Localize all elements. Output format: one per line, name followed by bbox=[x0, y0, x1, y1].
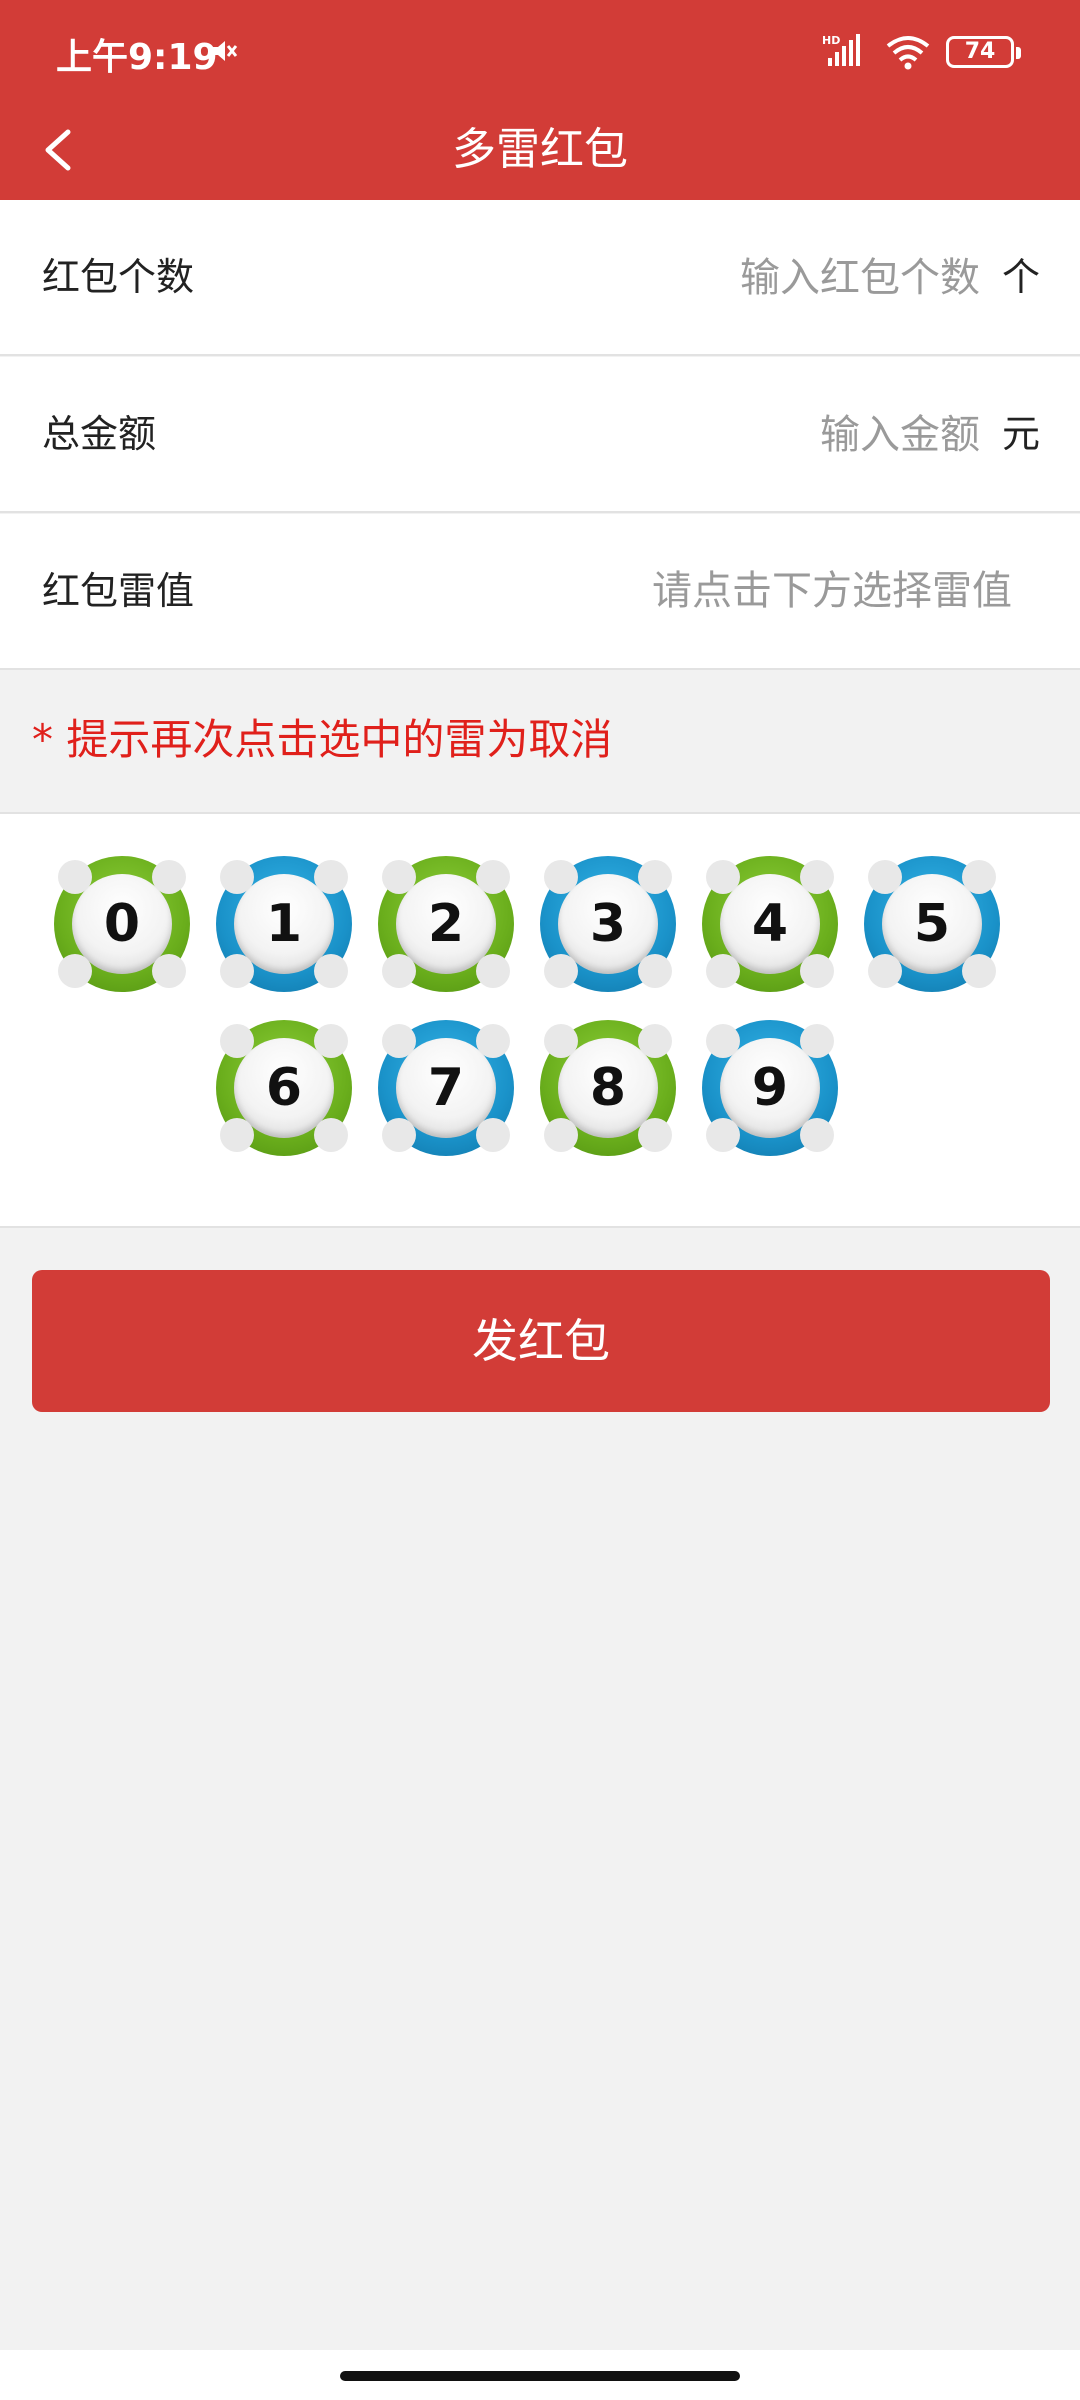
mine-ball-3[interactable]: 3 bbox=[540, 856, 676, 992]
app-header: 上午9:19 HD 74 多雷红包 bbox=[0, 0, 1080, 200]
back-arrow-icon[interactable] bbox=[38, 120, 78, 180]
amount-unit: 元 bbox=[1001, 412, 1040, 456]
amount-row: 总金额 元 bbox=[0, 357, 1080, 513]
count-input[interactable] bbox=[420, 240, 980, 316]
mine-ball-4[interactable]: 4 bbox=[702, 856, 838, 992]
ball-number: 3 bbox=[589, 894, 627, 954]
ball-number: 5 bbox=[913, 894, 951, 954]
status-bar: 上午9:19 HD 74 bbox=[0, 0, 1080, 100]
status-time: 上午9:19 bbox=[56, 37, 218, 78]
ball-number: 7 bbox=[427, 1058, 465, 1118]
count-unit: 个 bbox=[1001, 255, 1040, 299]
ball-number: 0 bbox=[103, 894, 141, 954]
svg-text:HD: HD bbox=[822, 34, 840, 47]
page-title: 多雷红包 bbox=[452, 124, 628, 175]
cancel-tip: * 提示再次点击选中的雷为取消 bbox=[32, 715, 613, 764]
mine-ball-9[interactable]: 9 bbox=[702, 1020, 838, 1156]
mine-ball-5[interactable]: 5 bbox=[864, 856, 1000, 992]
home-indicator[interactable] bbox=[340, 2371, 740, 2381]
nav-bar: 多雷红包 bbox=[0, 100, 1080, 200]
mine-value-label: 红包雷值 bbox=[42, 569, 195, 613]
mine-ball-7[interactable]: 7 bbox=[378, 1020, 514, 1156]
battery-level: 74 bbox=[964, 39, 996, 64]
mine-ball-1[interactable]: 1 bbox=[216, 856, 352, 992]
count-label: 红包个数 bbox=[42, 255, 195, 299]
mine-number-picker: 0 1 2 3 4 5 6 7 8 9 bbox=[0, 812, 1080, 1228]
mine-value-hint: 请点击下方选择雷值 bbox=[652, 568, 1012, 614]
wifi-icon bbox=[886, 36, 930, 70]
signal-icon: HD bbox=[822, 34, 860, 66]
battery-indicator: 74 bbox=[946, 36, 1021, 68]
ball-number: 1 bbox=[265, 894, 303, 954]
mine-ball-2[interactable]: 2 bbox=[378, 856, 514, 992]
ball-number: 2 bbox=[427, 894, 465, 954]
ball-number: 8 bbox=[589, 1058, 627, 1118]
amount-label: 总金额 bbox=[42, 412, 157, 456]
mute-icon bbox=[212, 41, 238, 61]
mine-ball-8[interactable]: 8 bbox=[540, 1020, 676, 1156]
mine-value-row: 红包雷值 请点击下方选择雷值 bbox=[0, 514, 1080, 670]
amount-input[interactable] bbox=[420, 397, 980, 473]
count-row: 红包个数 个 bbox=[0, 200, 1080, 356]
ball-number: 9 bbox=[751, 1058, 789, 1118]
mine-ball-0[interactable]: 0 bbox=[54, 856, 190, 992]
mine-ball-6[interactable]: 6 bbox=[216, 1020, 352, 1156]
ball-number: 4 bbox=[751, 894, 789, 954]
ball-number: 6 bbox=[265, 1058, 303, 1118]
send-red-packet-button[interactable]: 发红包 bbox=[32, 1270, 1050, 1412]
